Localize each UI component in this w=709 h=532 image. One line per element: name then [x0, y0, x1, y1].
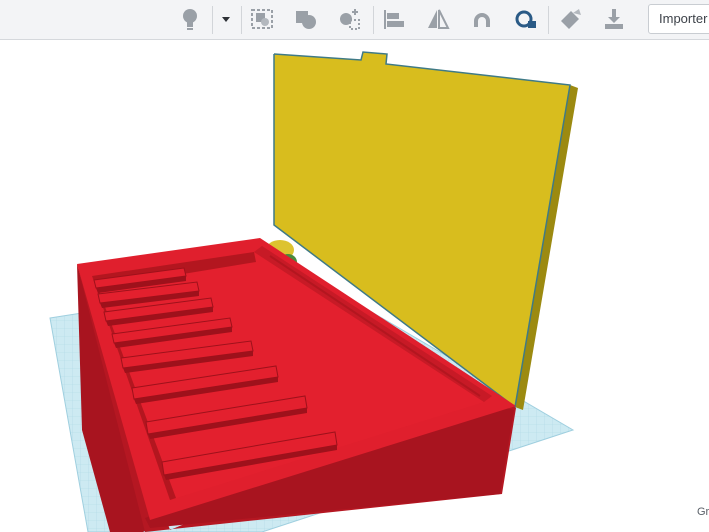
workplane-button[interactable]: [554, 4, 586, 34]
lightbulb-button[interactable]: [174, 4, 206, 34]
hole-button[interactable]: [334, 4, 366, 34]
group-button[interactable]: [246, 4, 278, 34]
import-export-icon: [605, 9, 623, 29]
lightbulb-icon: [183, 9, 197, 30]
ungroup-button[interactable]: [290, 4, 322, 34]
import-export-button[interactable]: [598, 4, 630, 34]
toolbar-divider: [241, 6, 242, 34]
toolbar-divider: [548, 6, 549, 34]
chevron-down-icon: [222, 17, 230, 22]
light-dropdown-button[interactable]: [214, 4, 238, 34]
import-button[interactable]: Importer: [648, 4, 709, 34]
toolbar-divider: [373, 6, 374, 34]
hole-icon: [340, 9, 360, 30]
toolbar-divider: [212, 6, 213, 34]
ungroup-icon: [296, 11, 316, 29]
workplane-icon: [561, 9, 581, 29]
mirror-button[interactable]: [422, 4, 454, 34]
cruise-magnet-icon: [474, 13, 490, 27]
align-button[interactable]: [378, 4, 410, 34]
align-icon: [384, 10, 404, 29]
group-icon: [251, 9, 273, 29]
mirror-icon: [428, 9, 450, 29]
toolbar: Importer: [0, 0, 709, 40]
ruler-icon: [515, 10, 536, 28]
workplane-canvas[interactable]: [0, 40, 709, 532]
ruler-button[interactable]: [510, 4, 542, 34]
cruise-button[interactable]: [466, 4, 498, 34]
grid-settings-label[interactable]: Gr: [697, 506, 709, 518]
